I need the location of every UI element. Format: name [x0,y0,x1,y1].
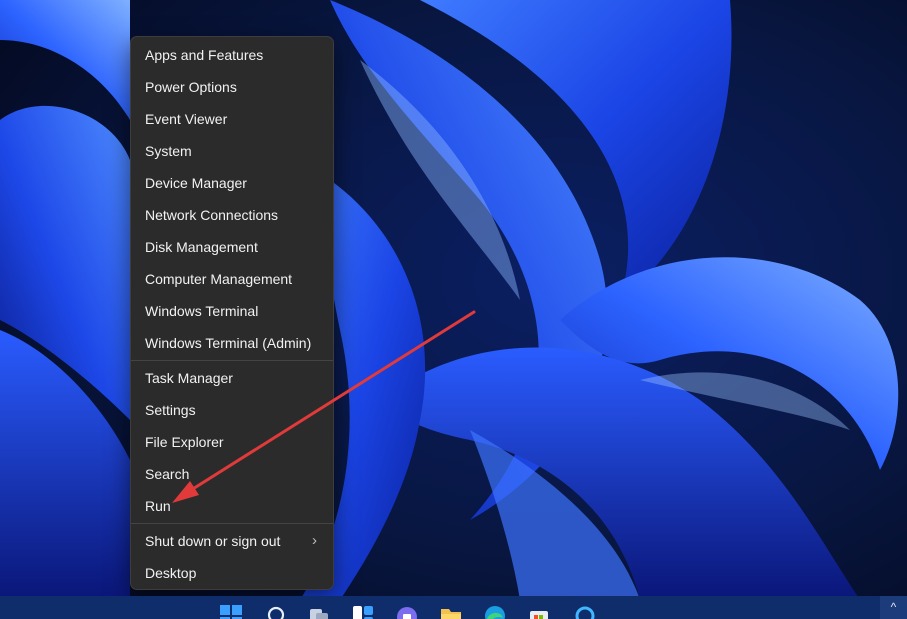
menu-item-label: System [145,143,192,159]
menu-separator [131,523,333,524]
menu-item-label: Event Viewer [145,111,228,127]
menu-item-label: File Explorer [145,434,224,450]
chevron-up-icon[interactable]: ^ [880,596,907,619]
edge-icon[interactable] [484,605,506,619]
menu-item-label: Windows Terminal (Admin) [145,335,312,351]
menu-item-label: Disk Management [145,239,258,255]
menu-separator [131,360,333,361]
menu-item-label: Shut down or sign out [145,533,281,549]
menu-item-windows-terminal[interactable]: Windows Terminal [135,296,329,326]
menu-item-run[interactable]: Run [135,491,329,521]
menu-item-task-manager[interactable]: Task Manager [135,363,329,393]
taskbar [0,596,907,619]
menu-item-label: Settings [145,402,196,418]
cortana-icon[interactable] [574,605,596,619]
menu-item-windows-terminal-admin[interactable]: Windows Terminal (Admin) [135,328,329,358]
desktop: Apps and Features Power Options Event Vi… [0,0,907,619]
winx-context-menu: Apps and Features Power Options Event Vi… [130,36,334,590]
menu-item-power-options[interactable]: Power Options [135,72,329,102]
start-icon[interactable] [220,605,242,619]
menu-item-file-explorer[interactable]: File Explorer [135,427,329,457]
menu-item-event-viewer[interactable]: Event Viewer [135,104,329,134]
menu-item-computer-management[interactable]: Computer Management [135,264,329,294]
menu-item-network-connections[interactable]: Network Connections [135,200,329,230]
menu-item-search[interactable]: Search [135,459,329,489]
file-explorer-icon[interactable] [440,605,462,619]
menu-item-apps-and-features[interactable]: Apps and Features [135,40,329,70]
menu-item-label: Device Manager [145,175,247,191]
menu-item-label: Desktop [145,565,197,581]
task-view-icon[interactable] [308,605,330,619]
widgets-icon[interactable] [352,605,374,619]
menu-item-system[interactable]: System [135,136,329,166]
menu-item-label: Search [145,466,190,482]
menu-item-label: Windows Terminal [145,303,259,319]
menu-item-desktop[interactable]: Desktop [135,558,329,588]
menu-item-disk-management[interactable]: Disk Management [135,232,329,262]
menu-item-label: Computer Management [145,271,293,287]
menu-item-label: Power Options [145,79,237,95]
menu-item-label: Task Manager [145,370,233,386]
search-icon[interactable] [266,605,288,619]
menu-item-device-manager[interactable]: Device Manager [135,168,329,198]
menu-item-label: Run [145,498,171,514]
menu-item-label: Apps and Features [145,47,264,63]
menu-item-settings[interactable]: Settings [135,395,329,425]
store-icon[interactable] [528,605,550,619]
menu-item-shut-down-or-sign-out[interactable]: Shut down or sign out › [135,526,329,556]
chevron-right-icon: › [312,532,317,549]
menu-item-label: Network Connections [145,207,279,223]
chat-icon[interactable] [396,605,418,619]
